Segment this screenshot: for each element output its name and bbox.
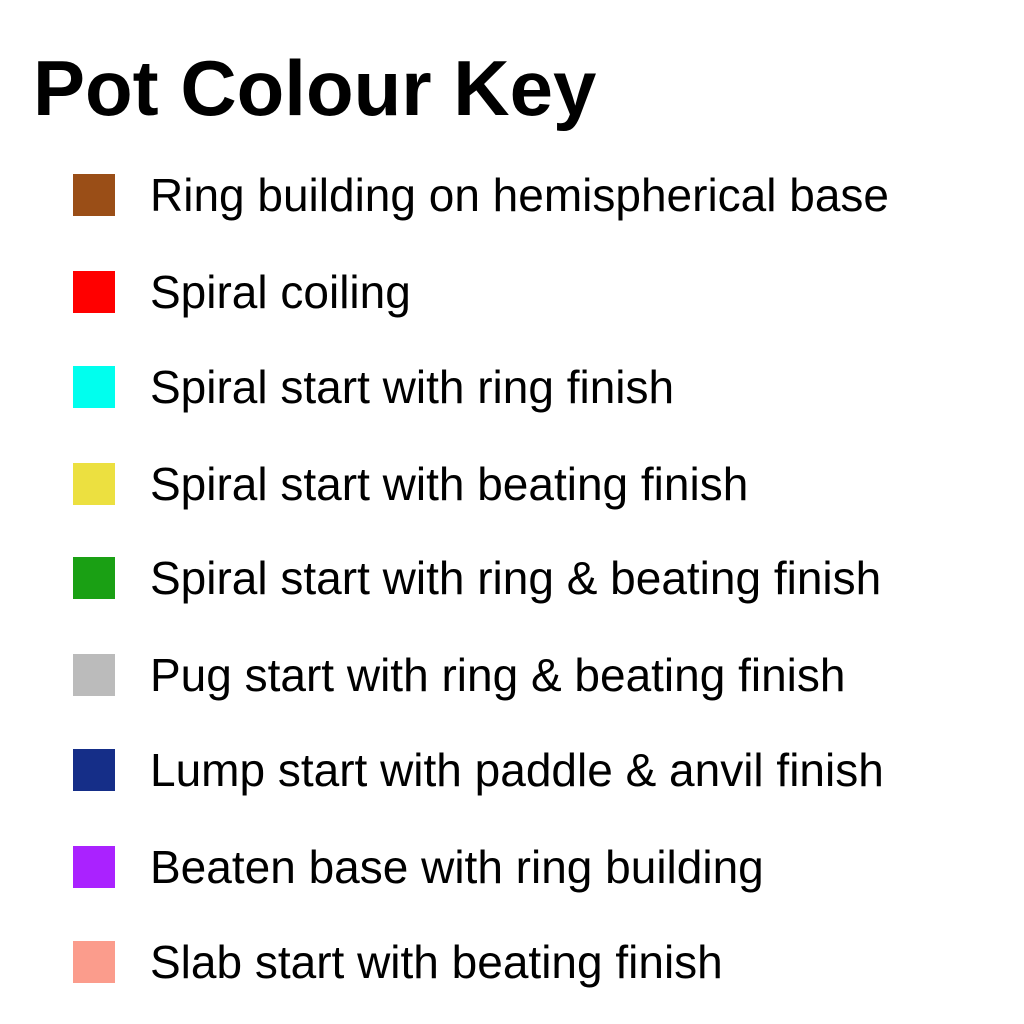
legend-item-label: Lump start with paddle & anvil finish (150, 744, 884, 796)
legend-item-label: Spiral start with ring & beating finish (150, 552, 882, 604)
legend-item-label: Spiral coiling (150, 266, 411, 318)
legend-item-label: Slab start with beating finish (150, 936, 723, 988)
color-swatch (73, 271, 115, 313)
color-swatch (73, 846, 115, 888)
legend-item: Spiral coiling (0, 262, 1024, 322)
legend-item-label: Spiral start with beating finish (150, 458, 749, 510)
legend-item-label: Pug start with ring & beating finish (150, 649, 846, 701)
legend-item: Ring building on hemispherical base (0, 165, 1024, 225)
legend-item: Slab start with beating finish (0, 932, 1024, 992)
color-swatch (73, 463, 115, 505)
color-swatch (73, 174, 115, 216)
legend-item: Pug start with ring & beating finish (0, 645, 1024, 705)
color-swatch (73, 557, 115, 599)
color-swatch (73, 941, 115, 983)
legend-item-label: Beaten base with ring building (150, 841, 764, 893)
color-swatch (73, 654, 115, 696)
legend-item: Spiral start with beating finish (0, 454, 1024, 514)
color-swatch (73, 366, 115, 408)
legend-items: Ring building on hemispherical base Spir… (0, 0, 1024, 1024)
legend-item: Spiral start with ring finish (0, 357, 1024, 417)
legend-item: Beaten base with ring building (0, 837, 1024, 897)
legend-item-label: Ring building on hemispherical base (150, 169, 890, 221)
legend-item: Spiral start with ring & beating finish (0, 548, 1024, 608)
color-swatch (73, 749, 115, 791)
legend-item: Lump start with paddle & anvil finish (0, 740, 1024, 800)
pot-colour-legend: Pot Colour Key Ring building on hemisphe… (0, 0, 1024, 1024)
legend-item-label: Spiral start with ring finish (150, 361, 675, 413)
